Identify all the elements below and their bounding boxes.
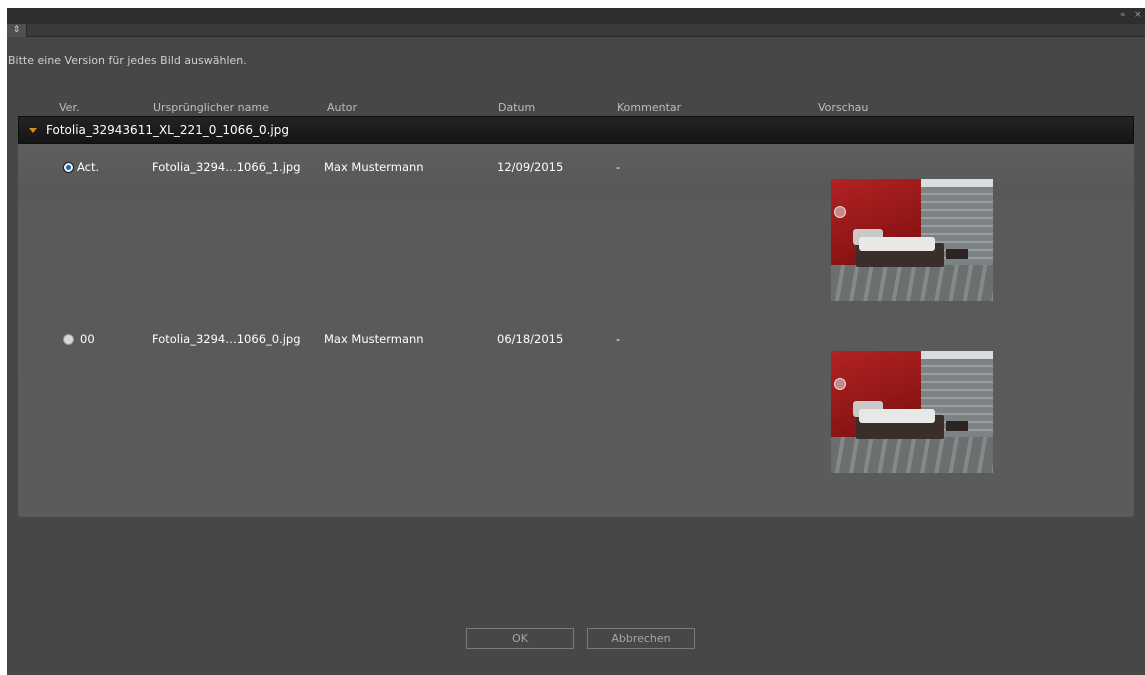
cancel-button[interactable]: Abbrechen — [587, 628, 695, 649]
window-titlebar: « × — [7, 8, 1145, 24]
version-label: Act. — [77, 160, 100, 174]
column-header-date[interactable]: Datum — [498, 101, 535, 114]
column-header-version[interactable]: Ver. — [59, 101, 79, 114]
panel-menu-icon[interactable]: ⇕ — [7, 24, 27, 37]
version-radio[interactable] — [63, 334, 74, 345]
column-header-original-name[interactable]: Ursprünglicher name — [153, 101, 269, 114]
comment-cell: - — [616, 160, 621, 174]
preview-thumbnail[interactable] — [831, 351, 993, 473]
image-group-header[interactable]: Fotolia_32943611_XL_221_0_1066_0.jpg — [18, 116, 1134, 144]
version-row[interactable]: 00 Fotolia_3294…1066_0.jpg Max Musterman… — [18, 316, 1134, 488]
original-name-cell: Fotolia_3294…1066_1.jpg — [152, 160, 301, 174]
date-cell: 12/09/2015 — [497, 160, 564, 174]
original-name-cell: Fotolia_3294…1066_0.jpg — [152, 332, 301, 346]
version-selection-dialog: « × ⇕ Bitte eine Version für jedes Bild … — [7, 8, 1145, 675]
instruction-text: Bitte eine Version für jedes Bild auswäh… — [8, 54, 247, 67]
comment-cell: - — [616, 332, 621, 346]
column-header-author[interactable]: Autor — [327, 101, 357, 114]
author-cell: Max Mustermann — [324, 160, 424, 174]
author-cell: Max Mustermann — [324, 332, 424, 346]
panel-menubar: ⇕ — [7, 24, 1145, 37]
version-list: Act. Fotolia_3294…1066_1.jpg Max Musterm… — [18, 144, 1134, 517]
column-header-comment[interactable]: Kommentar — [617, 101, 681, 114]
preview-thumbnail[interactable] — [831, 179, 993, 301]
version-row[interactable]: Act. Fotolia_3294…1066_1.jpg Max Musterm… — [18, 144, 1134, 316]
image-group-title: Fotolia_32943611_XL_221_0_1066_0.jpg — [46, 123, 289, 137]
column-header-preview[interactable]: Vorschau — [818, 101, 868, 114]
expand-arrow-icon[interactable] — [29, 128, 37, 133]
version-radio-selected[interactable] — [63, 162, 74, 173]
collapse-icon[interactable]: « — [1120, 9, 1126, 21]
date-cell: 06/18/2015 — [497, 332, 564, 346]
close-icon[interactable]: × — [1134, 9, 1142, 21]
version-label: 00 — [80, 332, 95, 346]
ok-button[interactable]: OK — [466, 628, 574, 649]
